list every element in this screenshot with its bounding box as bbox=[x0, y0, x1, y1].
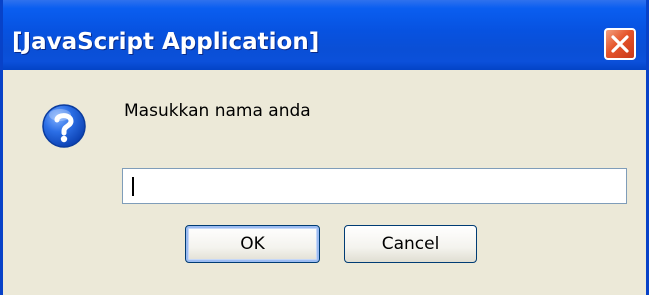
dialog-title: [JavaScript Application] bbox=[12, 29, 320, 55]
ok-button[interactable]: OK bbox=[185, 225, 320, 263]
prompt-message: Masukkan nama anda bbox=[124, 101, 311, 121]
close-icon bbox=[611, 35, 629, 53]
title-bar[interactable]: [JavaScript Application] bbox=[3, 0, 646, 70]
name-input[interactable] bbox=[123, 169, 626, 203]
name-input-box[interactable] bbox=[122, 168, 627, 204]
prompt-dialog: [JavaScript Application] Masukkan nama a… bbox=[0, 0, 649, 295]
dialog-body: Masukkan nama anda OK Cancel bbox=[3, 70, 646, 295]
cancel-button[interactable]: Cancel bbox=[344, 225, 477, 263]
question-icon bbox=[41, 103, 87, 154]
text-caret bbox=[132, 177, 134, 196]
close-button[interactable] bbox=[604, 28, 636, 60]
